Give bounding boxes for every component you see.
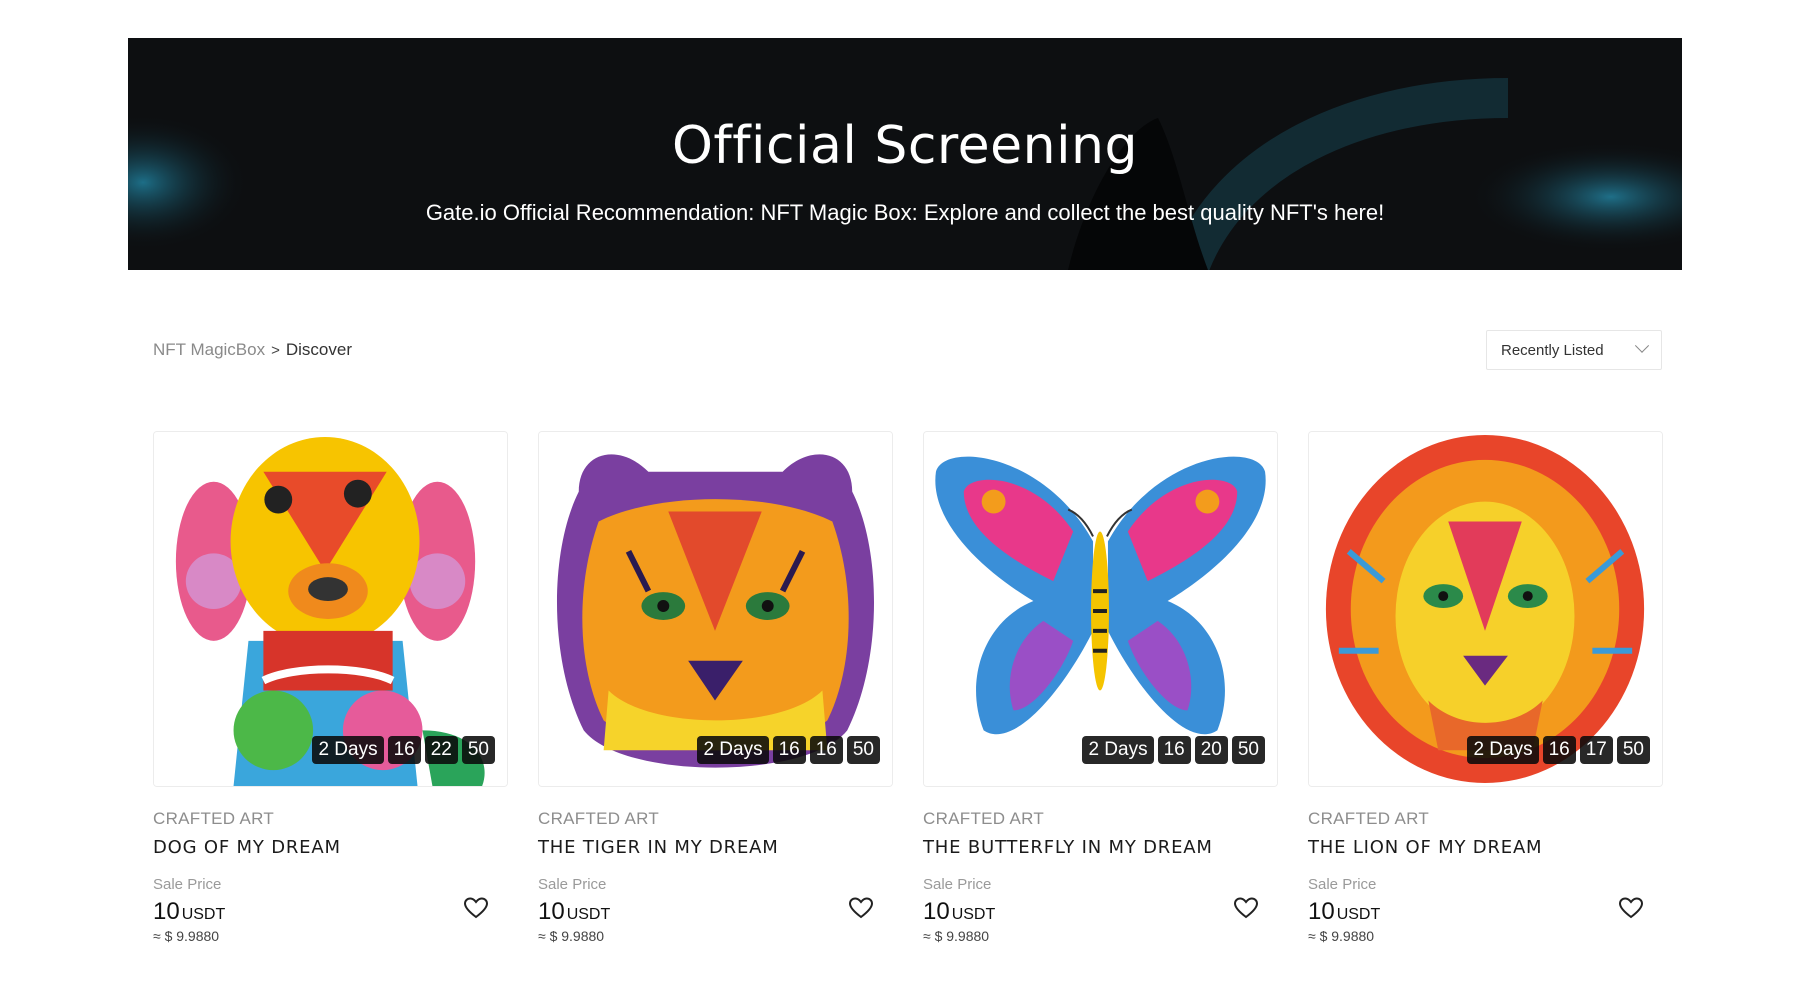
countdown-timer: 2 Days 16 20 50	[1082, 736, 1265, 764]
usd-equivalent: ≈ $ 9.9880	[1308, 928, 1375, 944]
price-value: 10	[923, 898, 950, 925]
banner-title: Official Screening	[671, 116, 1139, 176]
nft-card[interactable]: 2 Days 16 17 50 CRAFTED ART THE LION OF …	[1308, 431, 1663, 944]
card-price: 10 USDT	[153, 898, 225, 926]
usd-equivalent: ≈ $ 9.9880	[153, 928, 220, 944]
banner-subtitle: Gate.io Official Recommendation: NFT Mag…	[425, 200, 1385, 225]
timer-minutes: 22	[424, 736, 458, 764]
sort-dropdown[interactable]: Recently Listed	[1486, 330, 1662, 370]
timer-hours: 16	[1542, 736, 1576, 764]
nft-card[interactable]: 2 Days 16 16 50 CRAFTED ART THE TIGER IN…	[538, 431, 893, 944]
breadcrumb: NFT MagicBox > Discover	[153, 340, 352, 360]
timer-minutes: 16	[809, 736, 843, 764]
usd-equivalent: ≈ $ 9.9880	[538, 928, 605, 944]
breadcrumb-root-link[interactable]: NFT MagicBox	[153, 340, 265, 360]
chevron-down-icon	[1634, 338, 1650, 353]
price-unit: USDT	[566, 906, 611, 923]
countdown-timer: 2 Days 16 16 50	[697, 736, 880, 764]
card-title[interactable]: THE LION OF MY DREAM	[1308, 837, 1663, 858]
timer-seconds: 50	[1616, 736, 1650, 764]
timer-days: 2 Days	[1467, 736, 1539, 764]
timer-days: 2 Days	[312, 736, 384, 764]
usd-equivalent: ≈ $ 9.9880	[923, 928, 990, 944]
card-category: CRAFTED ART	[1308, 809, 1430, 828]
card-title[interactable]: DOG OF MY DREAM	[153, 837, 508, 858]
tiger-art-image	[539, 432, 892, 786]
timer-seconds: 50	[1231, 736, 1265, 764]
price-value: 10	[538, 898, 565, 925]
breadcrumb-separator-icon: >	[271, 341, 280, 359]
nft-image-lion[interactable]: 2 Days 16 17 50	[1308, 431, 1663, 787]
timer-hours: 16	[1157, 736, 1191, 764]
timer-hours: 16	[387, 736, 421, 764]
timer-seconds: 50	[846, 736, 880, 764]
card-price: 10 USDT	[538, 898, 610, 926]
timer-seconds: 50	[461, 736, 495, 764]
price-value: 10	[153, 898, 180, 925]
nft-image-dog[interactable]: 2 Days 16 22 50	[153, 431, 508, 787]
lion-art-image	[1309, 432, 1662, 786]
timer-minutes: 20	[1194, 736, 1228, 764]
timer-minutes: 17	[1579, 736, 1613, 764]
butterfly-art-image	[924, 432, 1277, 786]
nft-card[interactable]: 2 Days 16 20 50 CRAFTED ART THE BUTTERFL…	[923, 431, 1278, 944]
card-title[interactable]: THE TIGER IN MY DREAM	[538, 837, 893, 858]
countdown-timer: 2 Days 16 22 50	[312, 736, 495, 764]
timer-days: 2 Days	[697, 736, 769, 764]
timer-hours: 16	[772, 736, 806, 764]
nft-image-tiger[interactable]: 2 Days 16 16 50	[538, 431, 893, 787]
price-value: 10	[1308, 898, 1335, 925]
sort-selected-label: Recently Listed	[1501, 341, 1604, 359]
breadcrumb-current: Discover	[285, 340, 352, 359]
sale-price-label: Sale Price	[153, 876, 222, 893]
sale-price-label: Sale Price	[538, 876, 607, 893]
timer-days: 2 Days	[1082, 736, 1154, 764]
card-category: CRAFTED ART	[153, 809, 275, 828]
card-category: CRAFTED ART	[923, 809, 1045, 828]
favorite-heart-icon[interactable]	[464, 897, 488, 919]
countdown-timer: 2 Days 16 17 50	[1467, 736, 1650, 764]
nft-card[interactable]: 2 Days 16 22 50 CRAFTED ART DOG OF MY DR…	[153, 431, 508, 944]
card-price: 10 USDT	[923, 898, 995, 926]
sale-price-label: Sale Price	[923, 876, 992, 893]
card-price: 10 USDT	[1308, 898, 1380, 926]
card-title[interactable]: THE BUTTERFLY IN MY DREAM	[923, 837, 1278, 858]
favorite-heart-icon[interactable]	[1234, 897, 1258, 919]
price-unit: USDT	[1336, 906, 1381, 923]
sale-price-label: Sale Price	[1308, 876, 1377, 893]
favorite-heart-icon[interactable]	[849, 897, 873, 919]
card-category: CRAFTED ART	[538, 809, 660, 828]
favorite-heart-icon[interactable]	[1619, 897, 1643, 919]
price-unit: USDT	[951, 906, 996, 923]
nft-image-butterfly[interactable]: 2 Days 16 20 50	[923, 431, 1278, 787]
hero-banner: Official Screening Gate.io Official Reco…	[128, 38, 1682, 270]
dog-art-image	[154, 432, 507, 786]
price-unit: USDT	[181, 906, 226, 923]
